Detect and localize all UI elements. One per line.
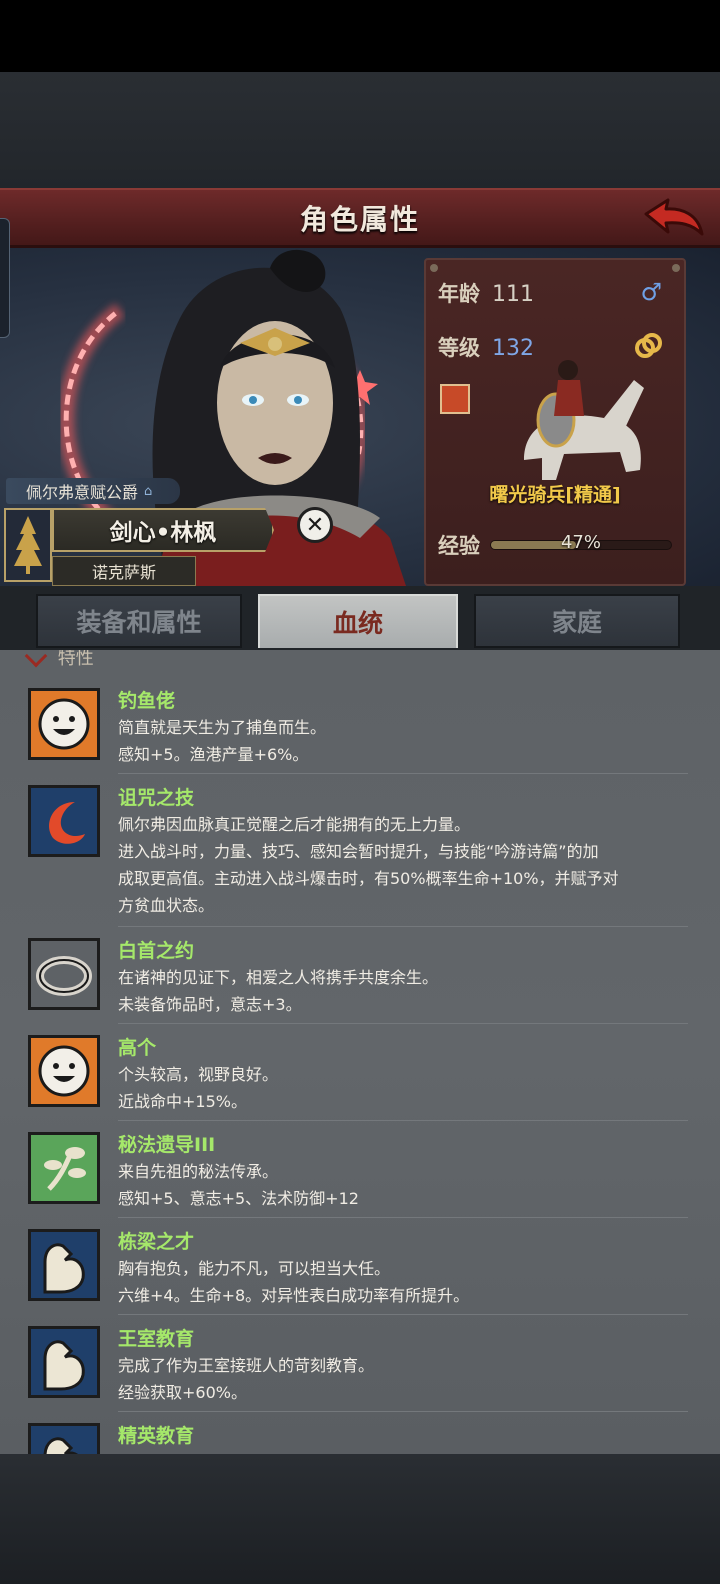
level-label: 等级 — [438, 336, 480, 360]
trait-description-line: 胸有抱负，能力不凡，可以担当大任。 — [118, 1259, 391, 1278]
close-icon[interactable]: ✕ — [297, 507, 333, 543]
trait-description: 胸有抱负，能力不凡，可以担当大任。六维+4。生命+8。对异性表白成功率有所提升。 — [118, 1255, 688, 1309]
trait-name: 钓鱼佬 — [118, 690, 176, 712]
tab-family[interactable]: 家庭 — [474, 594, 680, 648]
trait-description: 完成了作为王室接班人的苛刻教育。 经验获取+60%。 — [118, 1352, 688, 1406]
mounted-knight-icon — [524, 360, 644, 480]
trait-name: 王室教育 — [118, 1328, 195, 1350]
trait-description-line: 成取更高值。主动进入战斗爆击时，有50%概率生命+10%，并赋予对 — [118, 869, 619, 888]
trait-divider — [118, 1120, 688, 1121]
trait-name: 白首之约 — [118, 940, 195, 962]
trait-description: 在诸神的见证下，相爱之人将携手共度余生。 未装备饰品时，意志+3。 — [118, 964, 688, 1018]
trait-name: 精英教育 — [118, 1425, 195, 1447]
flex-arm-icon — [28, 1423, 100, 1454]
trait-description-line: 方贫血状态。 — [118, 896, 215, 915]
trait-description-line: 完成了作为王室接班人的苛刻教育。 — [118, 1356, 375, 1375]
ring-icon — [28, 938, 100, 1010]
trait-description-line: 个头较高，视野良好。 — [118, 1065, 279, 1084]
trait-name: 高个 — [118, 1037, 157, 1059]
back-arrow-icon[interactable] — [642, 196, 706, 242]
sprout-icon — [28, 1132, 100, 1204]
realm-label: 诺克萨斯 — [52, 556, 196, 586]
trait-divider — [118, 773, 688, 774]
chevron-down-icon — [24, 650, 48, 668]
character-name: 剑心•林枫 — [109, 520, 217, 546]
noble-title-tag: 佩尔弗意赋公爵 ⌂ — [6, 478, 181, 504]
trait-name: 秘法遗导III — [118, 1134, 216, 1156]
trait-description: 个头较高，视野良好。 近战命中+15%。 — [118, 1061, 688, 1115]
trait-description: 来自先祖的秘法传承。感知+5、意志+5、法术防御+12 — [118, 1158, 688, 1212]
title-bar: 角色属性 — [0, 188, 720, 248]
trait-description-line: 感知+5、意志+5、法术防御+12 — [118, 1189, 359, 1208]
rivet-decoration — [672, 264, 680, 272]
character-name-plate: 剑心•林枫 — [52, 508, 274, 552]
male-gender-icon: ♂ — [640, 278, 662, 306]
trait-description-line: 六维+4。生命+8。对异性表白成功率有所提升。 — [118, 1286, 470, 1305]
bottom-background — [0, 1454, 720, 1584]
trait-name: 诅咒之技 — [118, 787, 195, 809]
character-name-block: 佩尔弗意赋公爵 ⌂ 剑心•林枫 诺克萨斯 — [0, 478, 285, 590]
traits-list[interactable]: 特性 钓鱼佬 简直就是天生为了捕鱼而生。 感知+5。渔港产量+6%。 诅咒之技 佩尔弗因… — [0, 650, 720, 1454]
house-icon: ⌂ — [144, 483, 153, 499]
trait-divider — [118, 926, 688, 927]
skill-badge-icon[interactable] — [440, 384, 470, 414]
trait-description-line: 在诸神的见证下，相爱之人将携手共度余生。 — [118, 968, 439, 987]
crescent-curse-icon — [28, 785, 100, 857]
age-value: 111 — [492, 282, 534, 307]
trait-description-line: 感知+5。渔港产量+6%。 — [118, 745, 309, 764]
page-title: 角色属性 — [299, 202, 420, 236]
tab-equipment-attributes[interactable]: 装备和属性 — [36, 594, 242, 648]
status-bar-area — [0, 0, 720, 72]
trait-description-line: 进入战斗时，力量、技巧、感知会暂时提升，与技能“吟游诗篇”的加 — [118, 842, 599, 861]
stats-panel: 年龄 111 ♂ 等级 132 曙光骑兵[精通] 经验 47% — [424, 258, 686, 586]
experience-percent: 47% — [560, 532, 601, 553]
tab-bar: 装备和属性 血统 家庭 — [0, 586, 720, 650]
side-pull-tab[interactable] — [0, 218, 10, 338]
trait-divider — [118, 1411, 688, 1412]
smiley-icon — [28, 1035, 100, 1107]
noble-title-label: 佩尔弗意赋公爵 — [26, 483, 139, 502]
experience-label: 经验 — [438, 534, 480, 558]
trait-description-line: 经验获取+60%。 — [118, 1383, 247, 1402]
family-banner-icon — [4, 508, 52, 582]
experience-bar: 47% — [490, 532, 672, 553]
rivet-decoration — [430, 264, 438, 272]
section-header-traits: 特性 — [24, 650, 94, 670]
trait-description-line: 来自先祖的秘法传承。 — [118, 1162, 279, 1181]
top-background — [0, 72, 720, 190]
flex-arm-icon — [28, 1326, 100, 1398]
trait-divider — [118, 1023, 688, 1024]
unit-class-name: 曙光骑兵[精通] — [489, 484, 621, 506]
trait-name: 栋梁之才 — [118, 1231, 195, 1253]
trait-description-line: 未装备饰品时，意志+3。 — [118, 995, 302, 1014]
trait-description-line: 近战命中+15%。 — [118, 1092, 247, 1111]
smiley-icon — [28, 688, 100, 760]
section-header-label: 特性 — [57, 650, 94, 669]
trait-description: 佩尔弗因血脉真正觉醒之后才能拥有的无上力量。进入战斗时，力量、技巧、感知会暂时提… — [118, 811, 688, 919]
trait-description-line: 佩尔弗因血脉真正觉醒之后才能拥有的无上力量。 — [118, 815, 471, 834]
trait-divider — [118, 1217, 688, 1218]
age-label: 年龄 — [438, 282, 480, 306]
experience-row: 经验 47% — [438, 530, 674, 560]
trait-description: 简直就是天生为了捕鱼而生。 感知+5。渔港产量+6%。 — [118, 714, 688, 768]
tab-bloodline[interactable]: 血统 — [258, 594, 458, 648]
age-row: 年龄 111 — [438, 278, 534, 308]
trait-description-line: 简直就是天生为了捕鱼而生。 — [118, 718, 327, 737]
flex-arm-icon — [28, 1229, 100, 1301]
trait-divider — [118, 1314, 688, 1315]
